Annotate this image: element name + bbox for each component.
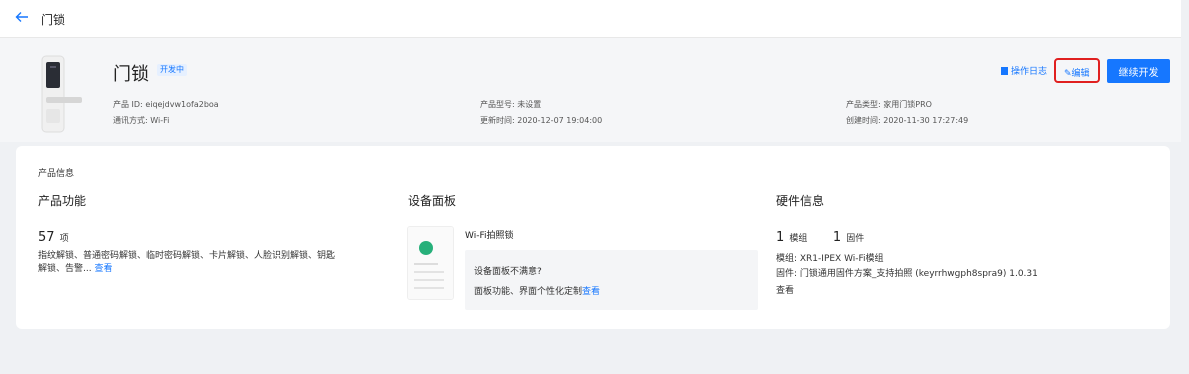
operation-log-button[interactable]: 操作日志 [1001,64,1047,77]
module-line: 模组: XR1-IPEX Wi-Fi模组 [776,254,884,264]
pencil-icon: ✎ [1064,69,1072,79]
product-id: 产品 ID: eiqejdvw1ofa2boa [113,100,219,109]
hardware-count: 1 模组 1 固件 [776,230,865,245]
product-model: 产品型号: 未设置 [480,100,542,109]
document-icon [1001,67,1008,75]
product-name: 门锁 [113,64,149,85]
hardware-view-link[interactable]: 查看 [776,283,794,296]
product-info-card: 产品信息 产品功能 57 项 指纹解锁、普通密码解锁、临时密码解锁、卡片解锁、人… [16,146,1170,329]
section-title: 产品信息 [38,169,75,179]
panel-heading: 设备面板 [408,194,457,208]
function-list: 指纹解锁、普通密码解锁、临时密码解锁、卡片解锁、人脸识别解锁、钥匙 解锁、告警.… [38,251,336,274]
back-arrow-icon[interactable] [14,9,30,25]
edit-button[interactable]: ✎编辑 [1064,66,1090,79]
status-badge: 开发中 [157,64,187,76]
window-edge [1181,0,1189,374]
functions-heading: 产品功能 [38,194,87,208]
panel-preview-image [407,226,454,300]
functions-view-link[interactable]: 查看 [94,264,112,274]
continue-development-button[interactable]: 继续开发 [1107,59,1170,83]
edit-highlight: ✎编辑 [1054,58,1100,83]
function-count: 57 项 [38,230,69,245]
created-time: 创建时间: 2020-11-30 17:27:49 [846,116,969,125]
product-type: 产品类型: 家用门锁PRO [846,100,932,109]
panel-view-link[interactable]: 查看 [582,287,600,297]
top-bar: 门锁 [0,0,1181,38]
hardware-heading: 硬件信息 [776,194,825,208]
door-lock-image [41,55,82,133]
communication-method: 通讯方式: Wi-Fi [113,116,170,125]
product-header: 门锁 开发中 产品 ID: eiqejdvw1ofa2boa 通讯方式: Wi-… [0,38,1181,142]
panel-custom-box: 设备面板不满意? 面板功能、界面个性化定制查看 [465,250,758,310]
updated-time: 更新时间: 2020-12-07 19:04:00 [480,116,603,125]
page-title: 门锁 [41,13,66,27]
firmware-line: 固件: 门锁通用固件方案_支持拍照 (keyrrhwgph8spra9) 1.0… [776,269,1038,279]
panel-name: Wi-Fi拍照锁 [465,231,514,241]
